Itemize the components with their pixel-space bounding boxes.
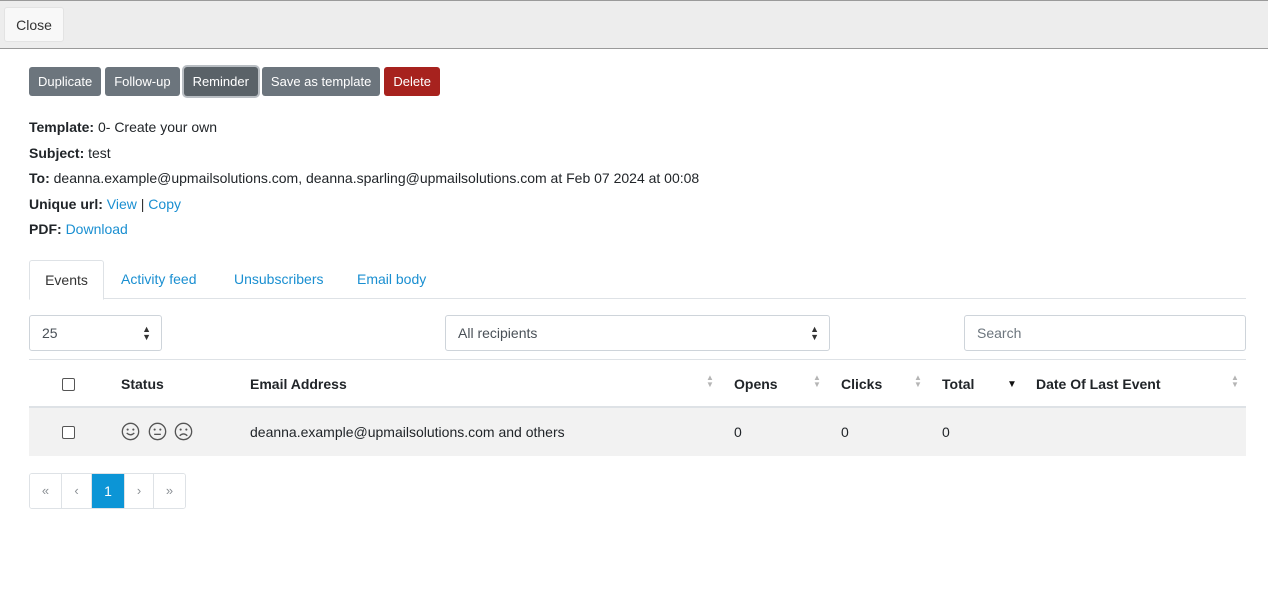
events-table: Status Email Address ▲ ▼ Opens ▲ ▼ Clicks … <box>29 359 1246 456</box>
neutral-face-icon[interactable] <box>148 422 167 441</box>
recipients-filter-value: All recipients <box>458 325 538 341</box>
row-clicks: 0 <box>841 424 849 440</box>
subject-value: test <box>88 144 111 161</box>
sort-icon[interactable]: ▲ ▼ <box>706 374 714 389</box>
sort-icon[interactable]: ▲ ▼ <box>813 374 821 389</box>
reminder-button[interactable]: Reminder <box>183 67 258 96</box>
tab-bar: Events Activity feed Unsubscribers Email… <box>29 260 1246 300</box>
unique-url-label: Unique url: <box>29 195 103 212</box>
download-link[interactable]: Download <box>66 221 128 237</box>
next-page-button[interactable]: › <box>125 474 154 508</box>
link-separator: | <box>140 195 145 212</box>
template-line: Template: 0- Create your own <box>29 115 699 141</box>
subject-line: Subject: test <box>29 141 699 167</box>
pdf-line: PDF: Download <box>29 217 699 243</box>
to-value: deanna.example@upmailsolutions.com, dean… <box>53 170 700 186</box>
select-all-checkbox[interactable] <box>62 378 75 391</box>
pagination: « ‹ 1 › » <box>29 473 186 509</box>
previous-page-button[interactable]: ‹ <box>62 474 92 508</box>
follow-up-button[interactable]: Follow-up <box>105 67 180 96</box>
template-label: Template: <box>29 119 95 135</box>
to-label: To: <box>29 170 50 186</box>
column-total[interactable]: Total <box>942 360 974 409</box>
delete-button[interactable]: Delete <box>384 67 440 96</box>
search-input[interactable] <box>964 315 1246 351</box>
close-button[interactable]: Close <box>4 7 64 42</box>
current-page-button[interactable]: 1 <box>92 474 125 508</box>
table-header: Status Email Address ▲ ▼ Opens ▲ ▼ Clicks … <box>29 359 1246 408</box>
last-page-button[interactable]: » <box>154 474 185 508</box>
duplicate-button[interactable]: Duplicate <box>29 67 102 96</box>
column-clicks[interactable]: Clicks <box>841 360 882 409</box>
to-line: To: deanna.example@upmailsolutions.com, … <box>29 166 699 192</box>
page-size-value: 25 <box>42 325 58 341</box>
select-arrows-icon: ▲ ▼ <box>142 324 151 342</box>
tab-events[interactable]: Events <box>29 260 104 300</box>
unique-url-line: Unique url: View | Copy <box>29 192 699 218</box>
column-date-of-last-event[interactable]: Date Of Last Event <box>1036 360 1160 409</box>
copy-link[interactable]: Copy <box>148 196 181 212</box>
tab-email-body[interactable]: Email body <box>357 260 426 299</box>
column-opens[interactable]: Opens <box>734 360 778 409</box>
sort-icon[interactable]: ▲ ▼ <box>914 374 922 389</box>
sad-face-icon[interactable] <box>174 422 193 441</box>
action-toolbar: Duplicate Follow-up Reminder Save as tem… <box>29 67 440 96</box>
column-email-address[interactable]: Email Address <box>250 360 347 409</box>
row-opens: 0 <box>734 424 742 440</box>
row-email: deanna.example@upmailsolutions.com and o… <box>250 424 565 440</box>
row-checkbox[interactable] <box>62 426 75 439</box>
column-status[interactable]: Status <box>121 360 164 409</box>
subject-label: Subject: <box>29 144 85 161</box>
view-link[interactable]: View <box>107 196 137 212</box>
top-bar: Close <box>0 0 1268 49</box>
template-value: 0- Create your own <box>97 119 218 135</box>
campaign-details: Template: 0- Create your own Subject: te… <box>29 115 699 243</box>
tab-activity-feed[interactable]: Activity feed <box>121 260 196 299</box>
sort-icon[interactable]: ▲ ▼ <box>1231 374 1239 389</box>
happy-face-icon[interactable] <box>121 422 140 441</box>
sort-desc-icon[interactable]: ▼ <box>1007 379 1017 390</box>
recipients-filter-select[interactable]: All recipients ▲ ▼ <box>445 315 830 351</box>
first-page-button[interactable]: « <box>30 474 62 508</box>
tab-unsubscribers[interactable]: Unsubscribers <box>234 260 323 299</box>
page-size-select[interactable]: 25 ▲ ▼ <box>29 315 162 351</box>
save-as-template-button[interactable]: Save as template <box>261 67 381 96</box>
table-row[interactable]: deanna.example@upmailsolutions.com and o… <box>29 408 1246 456</box>
row-total: 0 <box>942 424 950 440</box>
pdf-label: PDF: <box>29 221 62 237</box>
select-arrows-icon: ▲ ▼ <box>810 324 819 342</box>
